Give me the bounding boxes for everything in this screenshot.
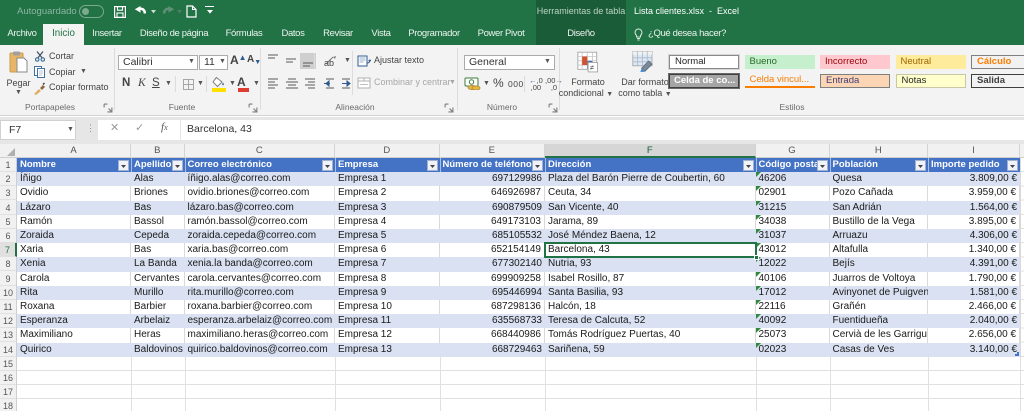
svg-text:≠: ≠ [590,63,594,72]
svg-text:ab: ab [324,58,334,67]
